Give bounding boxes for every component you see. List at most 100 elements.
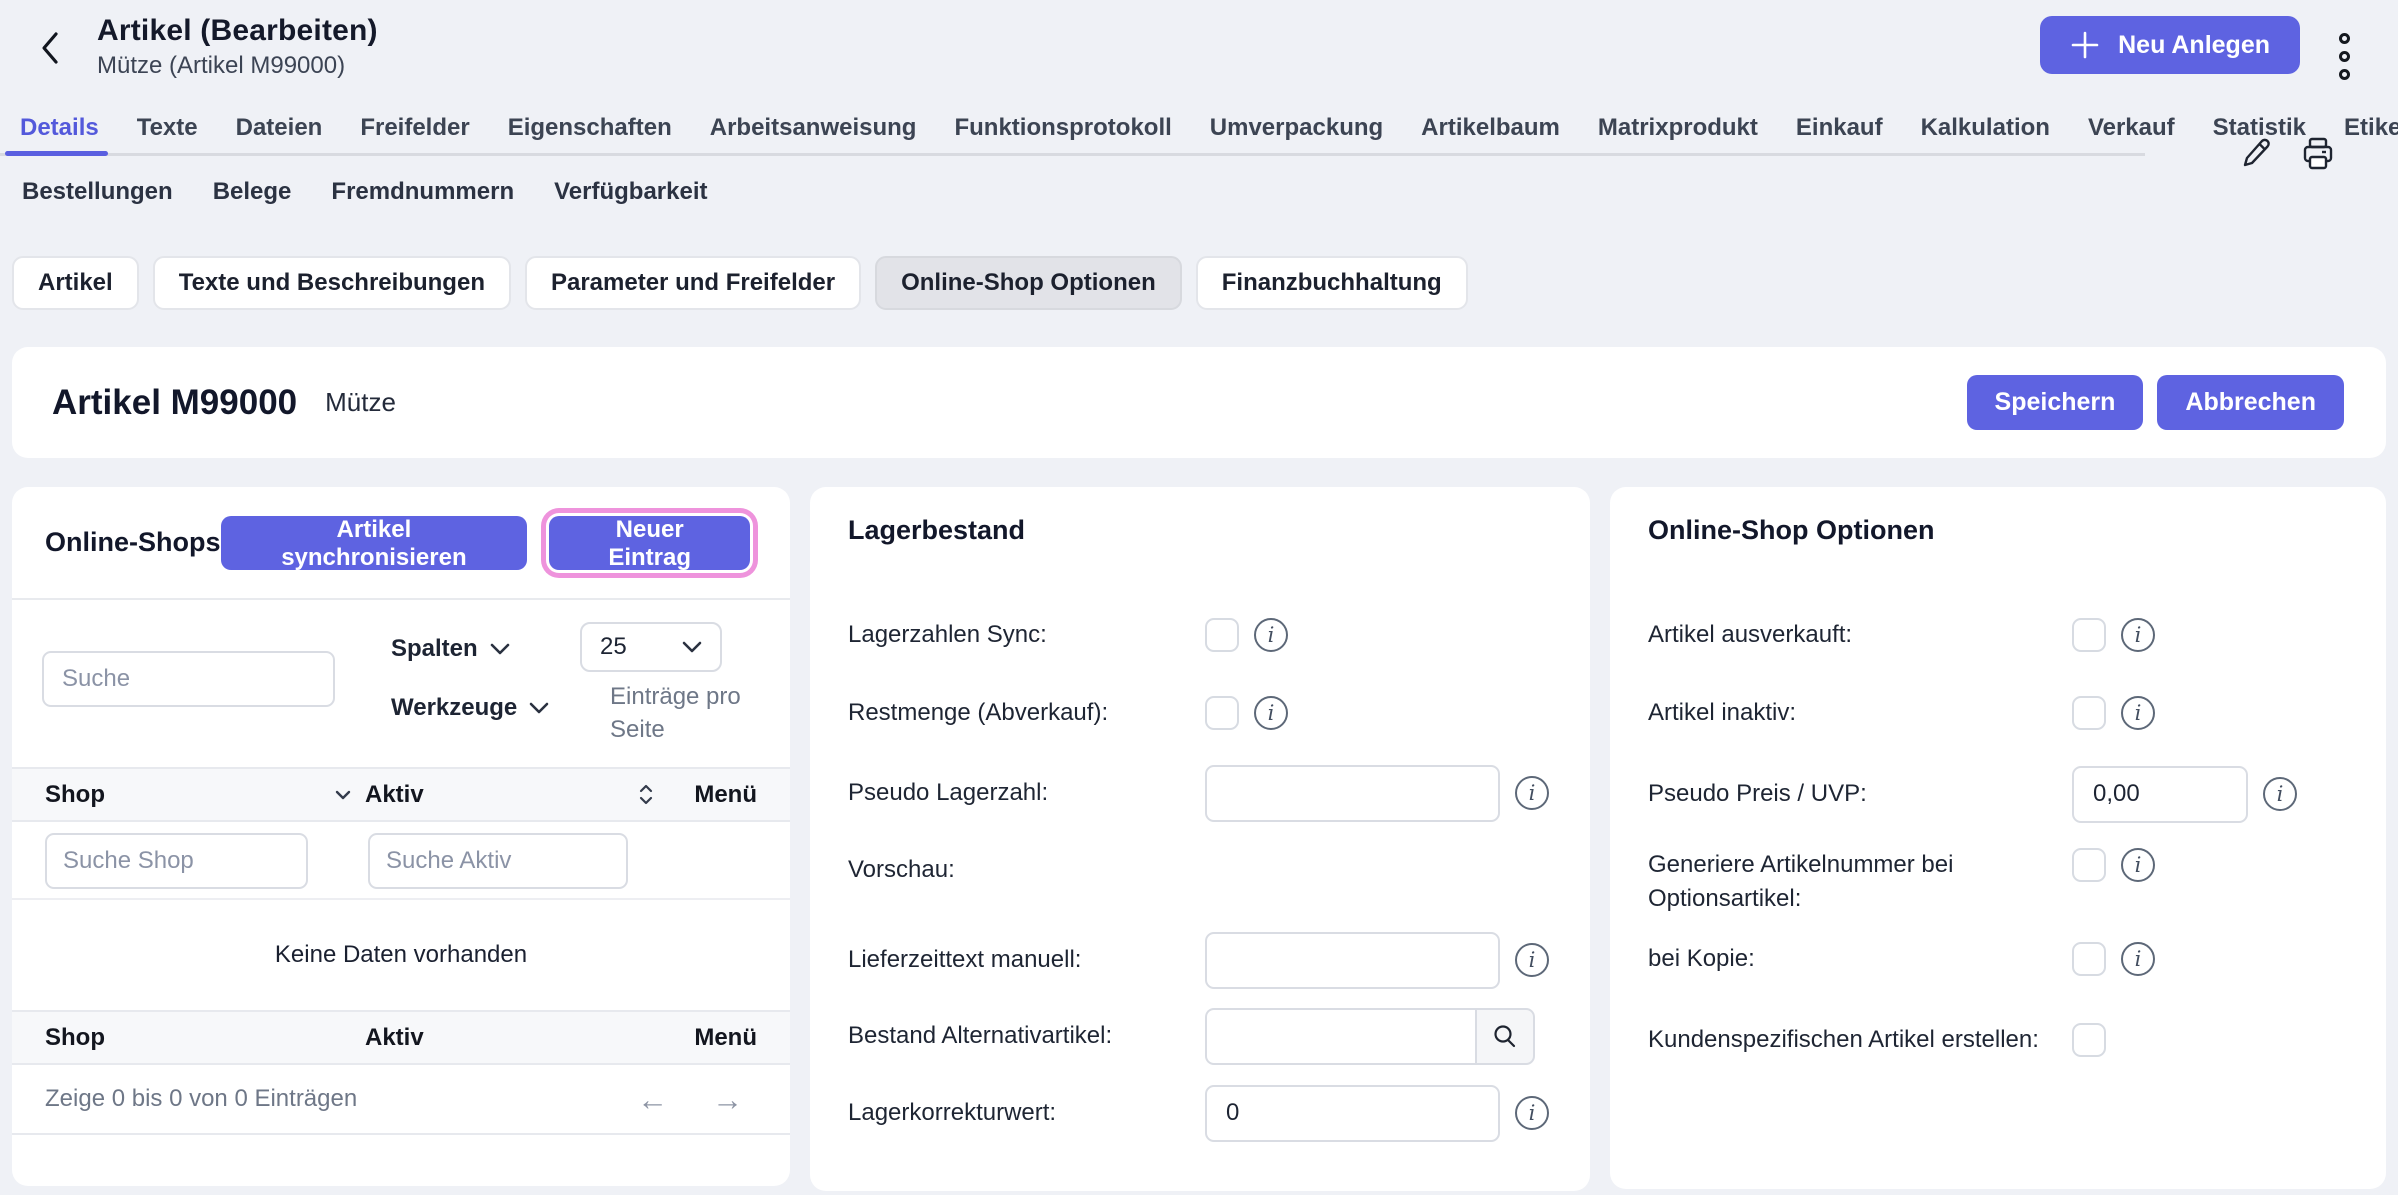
- chevron-down-icon: [529, 702, 549, 714]
- arrow-right-icon: →: [712, 1082, 743, 1117]
- artikel-ausverkauft-checkbox[interactable]: [2072, 618, 2106, 652]
- field-label: Bestand Alternativartikel:: [848, 1019, 1205, 1053]
- info-icon[interactable]: i: [2121, 618, 2155, 652]
- info-icon[interactable]: i: [2263, 777, 2297, 811]
- pseudo-lagerzahl-input[interactable]: [1205, 765, 1500, 822]
- back-button[interactable]: [30, 28, 70, 68]
- field-label: Restmenge (Abverkauf):: [848, 696, 1205, 730]
- info-icon[interactable]: i: [2121, 848, 2155, 882]
- bei-kopie-checkbox[interactable]: [2072, 942, 2106, 976]
- info-icon[interactable]: i: [1254, 696, 1288, 730]
- section-chip-finanzbuchhaltung[interactable]: Finanzbuchhaltung: [1196, 256, 1468, 310]
- column-header-menu: Menü: [667, 781, 757, 809]
- tab-kalkulation[interactable]: Kalkulation: [1919, 110, 2052, 146]
- form-row-vorschau: Vorschau:: [848, 831, 1566, 909]
- stock-panel: Lagerbestand Lagerzahlen Sync: i Restmenge…: [810, 487, 1590, 1191]
- tools-dropdown[interactable]: Werkzeuge: [391, 694, 549, 722]
- page-size-select[interactable]: 25: [580, 622, 722, 672]
- page-size-label: Einträge pro Seite: [610, 680, 770, 746]
- prev-page-button[interactable]: ←: [637, 1084, 668, 1115]
- print-button[interactable]: [2298, 134, 2338, 174]
- main-tab-bar: Details Texte Dateien Freifelder Eigenschaft…: [18, 110, 2398, 146]
- info-icon[interactable]: i: [1515, 943, 1549, 977]
- field-label: Pseudo Lagerzahl:: [848, 776, 1205, 810]
- info-icon[interactable]: i: [2121, 696, 2155, 730]
- filter-shop-input[interactable]: [45, 833, 308, 889]
- kundenspezifischen-artikel-erstellen-checkbox[interactable]: [2072, 1023, 2106, 1057]
- field-label: bei Kopie:: [1648, 942, 2072, 976]
- tab-dateien[interactable]: Dateien: [234, 110, 325, 146]
- sort-both-icon: [639, 784, 653, 805]
- tab-artikelbaum[interactable]: Artikelbaum: [1419, 110, 1562, 146]
- tab-eigenschaften[interactable]: Eigenschaften: [506, 110, 674, 146]
- lagerzahlen-sync-checkbox[interactable]: [1205, 618, 1239, 652]
- field-label: Lagerzahlen Sync:: [848, 618, 1205, 652]
- column-header-aktiv[interactable]: Aktiv: [365, 781, 667, 809]
- column-header-aktiv: Aktiv: [365, 1024, 667, 1052]
- filter-aktiv-input[interactable]: [368, 833, 628, 889]
- field-label: Kundenspezifischen Artikel erstellen:: [1648, 1023, 2072, 1057]
- tab-freifelder[interactable]: Freifelder: [358, 110, 471, 146]
- column-header-shop[interactable]: Shop: [45, 781, 365, 809]
- tab-fremdnummern[interactable]: Fremdnummern: [329, 172, 516, 212]
- section-chip-artikel[interactable]: Artikel: [12, 256, 139, 310]
- section-chip-online-shop-optionen[interactable]: Online-Shop Optionen: [875, 256, 1182, 310]
- sync-articles-button[interactable]: Artikel synchronisieren: [221, 516, 528, 570]
- secondary-tab-bar: Bestellungen Belege Fremdnummern Verfügbark…: [20, 172, 710, 212]
- tab-belege[interactable]: Belege: [211, 172, 294, 212]
- pseudo-preis-uvp-input[interactable]: [2072, 766, 2248, 823]
- info-icon[interactable]: i: [1515, 1096, 1549, 1130]
- column-header-menu: Menü: [667, 1024, 757, 1052]
- tab-funktionsprotokoll[interactable]: Funktionsprotokoll: [952, 110, 1173, 146]
- search-input[interactable]: [42, 651, 335, 707]
- new-create-button[interactable]: Neu Anlegen: [2040, 16, 2300, 74]
- kebab-vertical-icon: [2339, 33, 2350, 44]
- search-lookup-button[interactable]: [1475, 1008, 1535, 1065]
- shops-table-header: Shop Aktiv Menü: [12, 767, 790, 822]
- chevron-down-icon: [682, 641, 702, 653]
- shops-table-footer-header: Shop Aktiv Menü: [12, 1010, 790, 1065]
- restmenge-abverkauf-checkbox[interactable]: [1205, 696, 1239, 730]
- info-icon[interactable]: i: [1515, 776, 1549, 810]
- info-icon[interactable]: i: [2121, 942, 2155, 976]
- form-row-pseudo-lagerzahl: Pseudo Lagerzahl: i: [848, 754, 1566, 832]
- search-icon: [1492, 1023, 1518, 1049]
- columns-dropdown[interactable]: Spalten: [391, 635, 510, 663]
- online-shops-title: Online-Shops: [45, 527, 221, 558]
- tab-einkauf[interactable]: Einkauf: [1794, 110, 1885, 146]
- stock-panel-title: Lagerbestand: [848, 515, 1025, 546]
- tab-texte[interactable]: Texte: [135, 110, 200, 146]
- tab-umverpackung[interactable]: Umverpackung: [1208, 110, 1385, 146]
- next-page-button[interactable]: →: [712, 1084, 743, 1115]
- tab-verkauf[interactable]: Verkauf: [2086, 110, 2177, 146]
- artikel-inaktiv-checkbox[interactable]: [2072, 696, 2106, 730]
- tab-bestellungen[interactable]: Bestellungen: [20, 172, 175, 212]
- generiere-artikelnummer-bei-optionsartikel-checkbox[interactable]: [2072, 848, 2106, 882]
- cancel-button[interactable]: Abbrechen: [2157, 375, 2344, 430]
- edit-button[interactable]: [2236, 134, 2276, 174]
- new-entry-button[interactable]: Neuer Eintrag: [549, 516, 750, 570]
- lieferzeittext-manuell-input[interactable]: [1205, 932, 1500, 989]
- form-row-artikel-ausverkauft: Artikel ausverkauft:i: [1648, 596, 2362, 674]
- tab-details[interactable]: Details: [18, 110, 101, 146]
- tab-verfuegbarkeit[interactable]: Verfügbarkeit: [552, 172, 709, 212]
- tab-matrixprodukt[interactable]: Matrixprodukt: [1596, 110, 1760, 146]
- more-options-button[interactable]: [2330, 26, 2358, 86]
- section-chip-texte-und-beschreibungen[interactable]: Texte und Beschreibungen: [153, 256, 511, 310]
- info-icon[interactable]: i: [1254, 618, 1288, 652]
- section-chip-parameter-und-freifelder[interactable]: Parameter und Freifelder: [525, 256, 861, 310]
- table-empty-message: Keine Daten vorhanden: [12, 900, 790, 1010]
- tab-arbeitsanweisung[interactable]: Arbeitsanweisung: [708, 110, 919, 146]
- tab-etikett[interactable]: Etikett: [2342, 110, 2398, 146]
- field-label: Lieferzeittext manuell:: [848, 943, 1205, 977]
- table-pagination: Zeige 0 bis 0 von 0 Einträgen ← →: [12, 1065, 790, 1133]
- save-button[interactable]: Speichern: [1967, 375, 2144, 430]
- bestand-alternativartikel-input[interactable]: [1205, 1008, 1475, 1065]
- active-tab-indicator: [5, 151, 108, 156]
- form-row-bei-kopie: bei Kopie: i: [1648, 920, 2362, 998]
- lagerkorrekturwert-input[interactable]: [1205, 1085, 1500, 1142]
- form-row-lagerkorrekturwert: Lagerkorrekturwert: i: [848, 1074, 1566, 1152]
- field-label: Lagerkorrekturwert:: [848, 1096, 1205, 1130]
- tab-underline-track: [0, 153, 2145, 156]
- form-row-bestand-alternativartikel: Bestand Alternativartikel:: [848, 997, 1566, 1075]
